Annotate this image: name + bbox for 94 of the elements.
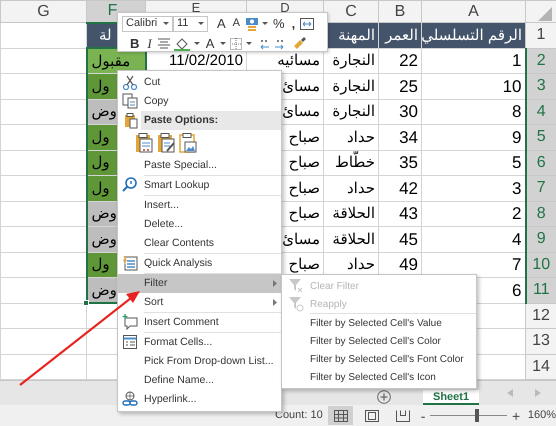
wrap-text-icon[interactable] [300,18,314,30]
menu-item[interactable]: Filter by Selected Cell's Icon [282,368,476,386]
zoom-level[interactable]: 160% [528,407,556,424]
comment-icon [122,314,138,330]
bold-button[interactable]: B [128,37,142,50]
column-header[interactable]: G [0,0,86,22]
menu-item[interactable]: Filter by Selected Cell's Value [282,314,476,332]
menu-item[interactable]: Pick From Drop-down List... [118,352,281,371]
table-cell: حداد [324,124,378,150]
row-number[interactable]: 9 [526,226,556,252]
table-cell: 34 [378,124,422,150]
row-number[interactable]: 10 [526,252,556,278]
paste-values-icon[interactable] [135,133,153,153]
view-button[interactable] [328,406,354,425]
caret-icon[interactable] [194,42,200,45]
funnel-refresh-icon [288,296,304,312]
fill-handle[interactable] [83,300,89,306]
table-cell: 5 [422,150,526,176]
add-sheet-icon[interactable] [377,390,391,404]
normal-view-icon [334,410,348,422]
row-number[interactable]: 2 [526,48,556,74]
column-header[interactable]: A [422,0,526,22]
menu-item[interactable]: Format Cells... [118,333,281,352]
table-cell: 2 [422,201,526,226]
align-center-icon[interactable] [158,38,170,49]
row-number[interactable]: 3 [526,74,556,99]
menu-item[interactable]: Filter by Selected Cell's Font Color [282,350,476,368]
font-field[interactable]: Calibri [122,16,173,32]
paste-formatting-icon[interactable] [157,133,175,153]
zoom-out-button[interactable]: - [420,408,426,422]
font-color-button[interactable]: A [204,37,216,50]
table-cell: حداد [324,176,378,201]
menu-item[interactable]: Insert Comment [118,313,281,332]
row-number[interactable]: 7 [526,176,556,201]
table-cell: 25 [378,74,422,99]
submenu-arrow-icon [273,299,277,306]
fill-color-icon[interactable] [174,36,190,50]
currency-format-icon[interactable] [245,16,260,30]
clipboard-icon [124,113,138,129]
row-number[interactable]: 12 [526,303,556,328]
menu-item[interactable]: Define Name... [118,371,281,390]
table-cell: 35 [378,150,422,176]
table-cell: 1 [422,48,526,74]
font-size-field[interactable]: 11 [173,16,208,32]
sheet-tab[interactable]: Sheet1 [423,390,480,405]
table-cell: 42 [378,176,422,201]
row-number[interactable]: 8 [526,201,556,226]
zoom-thumb[interactable] [474,409,479,422]
row-number[interactable]: 6 [526,150,556,176]
table-cell: 4 [422,226,526,252]
funnel-x-icon [288,278,304,294]
table-cell: 9 [422,124,526,150]
submenu-arrow-icon [273,280,277,287]
table-cell: الحلاقة [324,226,378,252]
borders-icon[interactable] [230,38,242,50]
page-break-icon [396,410,410,422]
table-cell: خطّاط [324,150,378,176]
table-cell: 30 [378,99,422,124]
menu-section-header: Paste Options: [141,111,281,130]
caret-icon[interactable] [220,42,226,45]
row-number[interactable]: 14 [526,354,556,380]
table-cell: النجارة [324,74,378,99]
scissors-icon [122,74,138,90]
row-number[interactable]: 13 [526,328,556,354]
row-number[interactable]: 1 [526,22,556,48]
italic-button[interactable]: I [145,37,154,50]
caret-icon[interactable] [246,42,252,45]
table-cell: 22 [378,48,422,74]
table-cell: 3 [422,176,526,201]
menu-item[interactable]: Filter by Selected Cell's Color [282,332,476,350]
menu-item[interactable]: Hyperlink... [118,390,281,409]
table-cell: الحلاقة [324,201,378,226]
table-cell: النجارة [324,99,378,124]
table-cell: 43 [378,201,422,226]
search-icon [122,177,138,193]
copy-icon [122,93,138,109]
table-cell: العمر [378,22,422,48]
row-number[interactable]: 11 [526,278,556,303]
hyperlink-icon [122,391,138,407]
table-cell: 8 [422,99,526,124]
paintbrush-icon[interactable] [292,37,306,50]
table-cell: 45 [378,226,422,252]
row-number[interactable]: 5 [526,124,556,150]
paste-picture-icon[interactable] [179,133,197,153]
row-number[interactable]: 4 [526,99,556,124]
menu-item[interactable]: Filter [118,274,281,293]
column-header[interactable]: B [378,0,422,22]
format-cells-icon [122,334,138,350]
table-cell: 10 [422,74,526,99]
column-header[interactable]: C [324,0,378,22]
table-cell: الرقم التسلسلي [422,22,526,48]
zoom-in-button[interactable]: + [512,408,520,422]
quick-analysis-icon [122,255,138,271]
page-layout-icon [364,410,379,422]
